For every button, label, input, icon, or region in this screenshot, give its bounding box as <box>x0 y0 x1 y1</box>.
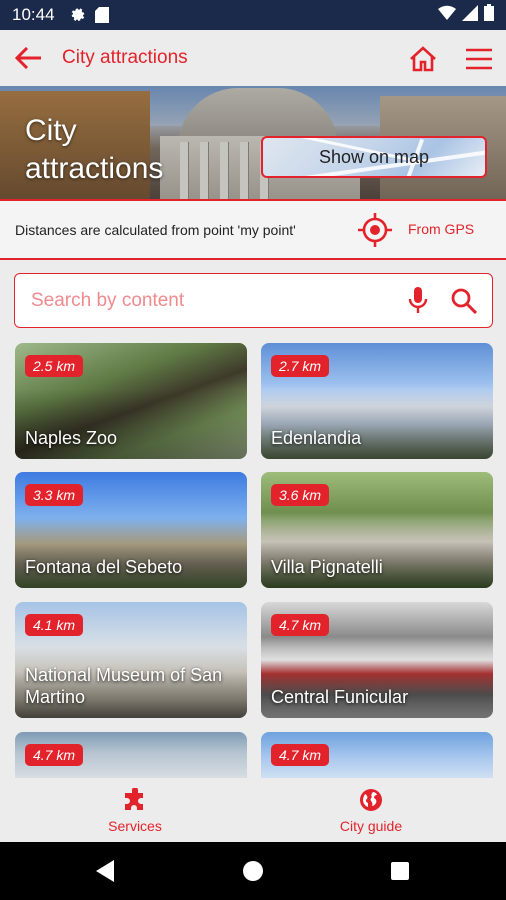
recents-square-icon[interactable] <box>388 859 412 883</box>
distance-badge: 4.7 km <box>271 614 330 636</box>
back-arrow-icon[interactable] <box>0 30 56 86</box>
show-on-map-label: Show on map <box>318 146 430 167</box>
page-title: City attractions <box>62 47 188 68</box>
attraction-name: Edenlandia <box>271 428 362 448</box>
attraction-card[interactable]: 4.7 km <box>15 732 247 784</box>
distance-badge: 3.6 km <box>271 484 330 506</box>
attraction-name: Fontana del Sebeto <box>25 557 183 577</box>
sd-card-icon <box>94 7 109 23</box>
distance-badge: 4.1 km <box>25 614 84 636</box>
banner-title: City attractions <box>25 114 164 185</box>
signal-icon <box>462 4 478 26</box>
nav-services[interactable]: Services <box>65 787 205 834</box>
search-bar: Search by content <box>14 273 493 328</box>
status-time: 10:44 <box>12 5 55 24</box>
attraction-name: Central Funicular <box>271 687 409 707</box>
distance-info-row: Distances are calculated from point 'my … <box>0 201 506 259</box>
distance-badge: 2.5 km <box>25 355 84 377</box>
status-right-icons <box>438 4 494 26</box>
nav-services-label: Services <box>108 818 162 834</box>
show-on-map-button[interactable]: Show on map <box>261 136 487 178</box>
wifi-icon <box>438 5 456 26</box>
distance-badge: 4.7 km <box>25 744 84 766</box>
attraction-card[interactable]: 4.7 km <box>261 732 493 784</box>
nav-city-guide[interactable]: City guide <box>301 788 441 834</box>
distance-badge: 3.3 km <box>25 484 84 506</box>
gps-target-icon[interactable] <box>357 212 393 248</box>
distance-badge: 4.7 km <box>271 744 330 766</box>
status-bar: 10:44 <box>0 0 506 30</box>
back-triangle-icon[interactable] <box>94 859 118 883</box>
microphone-icon[interactable] <box>398 281 438 321</box>
hamburger-menu-icon[interactable] <box>460 40 498 78</box>
app-bar: City attractions <box>0 30 506 86</box>
distance-info-text: Distances are calculated from point 'my … <box>15 222 296 238</box>
system-navigation-bar <box>0 842 506 900</box>
search-input[interactable]: Search by content <box>31 290 398 312</box>
puzzle-icon <box>123 787 147 815</box>
bottom-navigation: Services City guide <box>0 778 506 842</box>
attraction-card[interactable]: 3.6 km Villa Pignatelli <box>261 472 493 588</box>
attraction-name: Naples Zoo <box>25 428 118 448</box>
attraction-card[interactable]: 4.7 km Central Funicular <box>261 602 493 718</box>
gear-icon <box>69 7 85 23</box>
attraction-card[interactable]: 2.5 km Naples Zoo <box>15 343 247 459</box>
attraction-card[interactable]: 2.7 km Edenlandia <box>261 343 493 459</box>
distance-badge: 2.7 km <box>271 355 330 377</box>
nav-city-guide-label: City guide <box>339 818 403 834</box>
attraction-card[interactable]: 4.1 km National Museum of San Martino <box>15 602 247 718</box>
attraction-name: National Museum of San Martino <box>25 665 223 707</box>
search-icon[interactable] <box>444 281 484 321</box>
attraction-card[interactable]: 3.3 km Fontana del Sebeto <box>15 472 247 588</box>
globe-icon <box>359 788 383 815</box>
divider <box>0 258 506 260</box>
attraction-name: Villa Pignatelli <box>271 557 383 577</box>
from-gps-button[interactable]: From GPS <box>408 221 474 237</box>
home-circle-icon[interactable] <box>241 859 265 883</box>
battery-icon <box>484 4 494 26</box>
home-icon[interactable] <box>404 40 442 78</box>
